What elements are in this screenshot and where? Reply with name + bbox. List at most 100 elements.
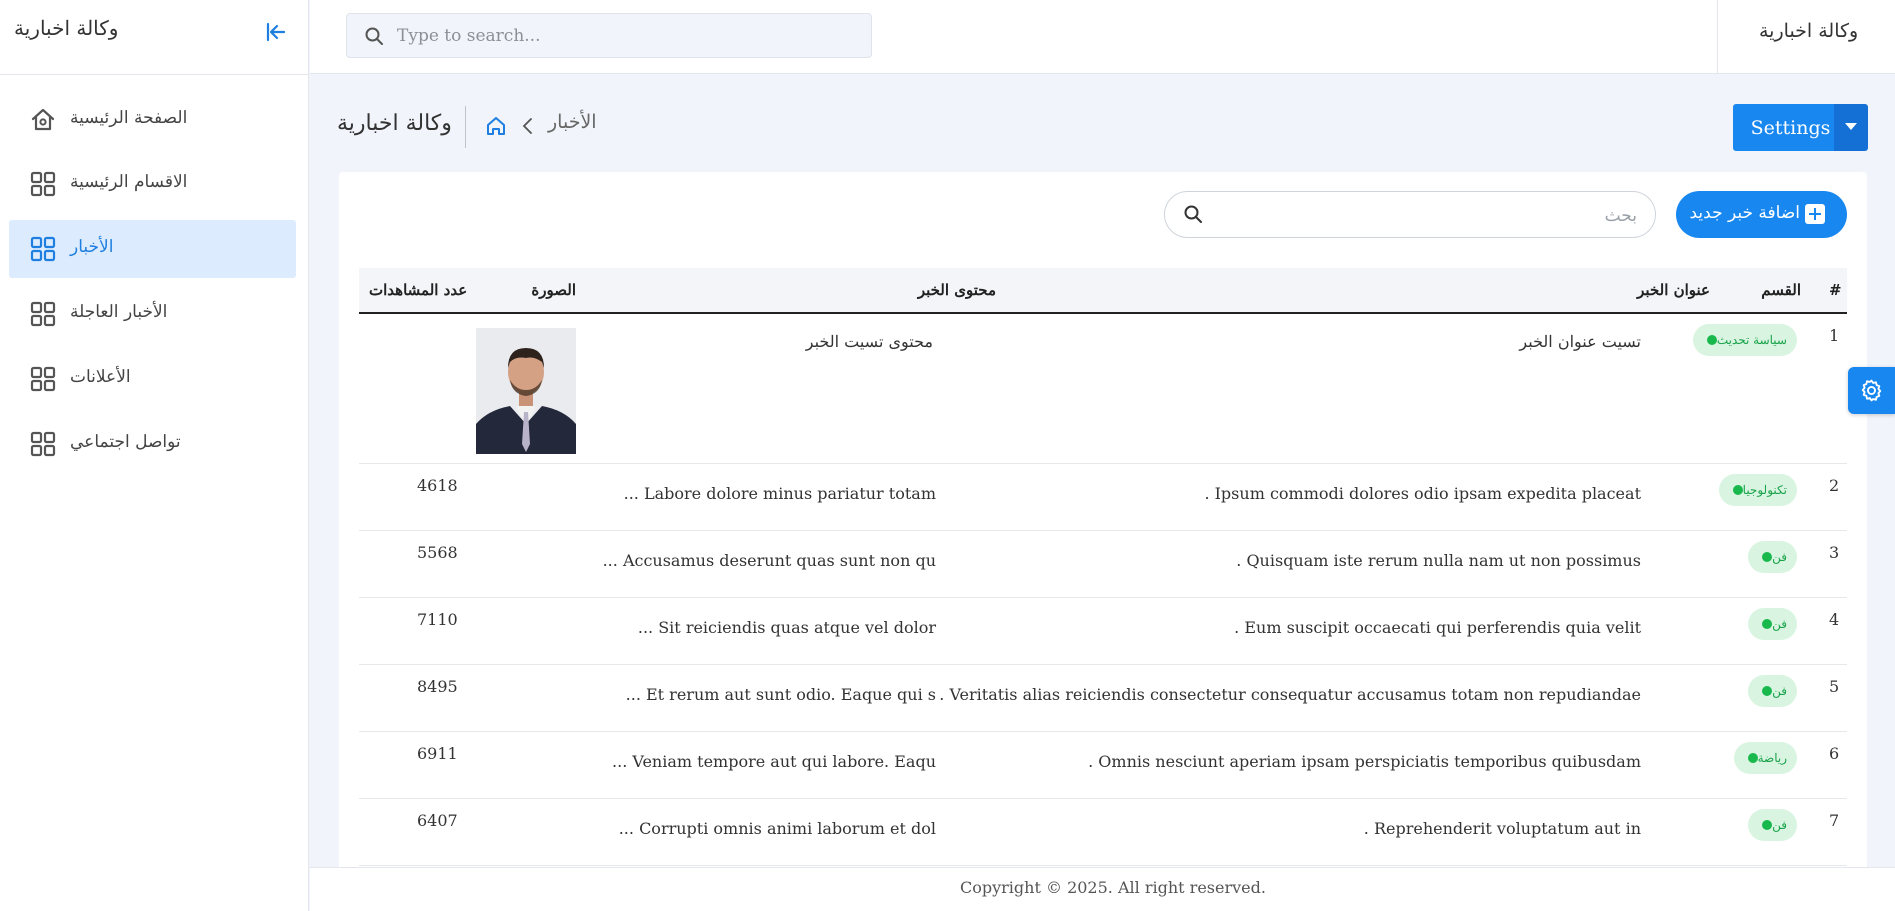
breadcrumb-chevron-icon [520, 115, 534, 137]
sidebar-header: وكالة اخبارية [0, 0, 308, 75]
view-count: 8495 [417, 677, 458, 696]
plus-icon [1805, 204, 1825, 224]
row-index: 4 [1829, 610, 1840, 629]
grid-icon [30, 236, 56, 262]
col-index-header: # [1829, 281, 1842, 299]
search-icon [365, 27, 383, 45]
table-row[interactable]: 4 فن . Eum suscipit occaecati qui perferen… [359, 598, 1847, 665]
settings-button[interactable]: Settings [1733, 104, 1848, 151]
global-search-input[interactable] [395, 23, 859, 49]
status-dot-icon [1706, 334, 1717, 345]
table-search[interactable] [1164, 191, 1656, 238]
news-title: . Ipsum commodi dolores odio ipsam exped… [1204, 484, 1641, 503]
row-index: 3 [1829, 543, 1840, 562]
collapse-sidebar-icon[interactable] [264, 20, 288, 44]
table-row[interactable]: 1 سياسة تحديث تسيت عنوان الخبر محتوى تسيت ا… [359, 314, 1847, 464]
footer: Copyright © 2025. All right reserved. [310, 867, 1895, 911]
news-content: ... Et rerum aut sunt odio. Eaque qui s [625, 685, 936, 704]
table-row[interactable]: 3 فن . Quisquam iste rerum nulla nam ut no… [359, 531, 1847, 598]
status-dot-icon [1762, 819, 1773, 830]
sidebar-item-label: الصفحة الرئيسية [70, 108, 188, 128]
view-count: 7110 [417, 610, 458, 629]
news-content: ... Corrupti omnis animi laborum et dol [618, 819, 936, 838]
top-brand-area: وكالة اخبارية [1717, 0, 1895, 73]
row-index: 1 [1829, 326, 1840, 345]
sidebar-item-breaking-news[interactable]: الأخبار العاجلة [9, 285, 296, 343]
status-dot-icon [1747, 752, 1758, 763]
category-badge: سياسة تحديث [1692, 324, 1797, 356]
view-count: 6911 [417, 744, 458, 763]
news-image[interactable] [476, 328, 576, 454]
table-row[interactable]: 2 تكنولوجيا . Ipsum commodi dolores odio i… [359, 464, 1847, 531]
gear-icon [1861, 379, 1882, 402]
breadcrumb-current: الأخبار [548, 111, 597, 133]
col-category-header: القسم [1761, 281, 1801, 299]
view-count: 5568 [417, 543, 458, 562]
copyright-text: Copyright © 2025. All right reserved. [960, 878, 1266, 897]
header-divider [465, 106, 466, 148]
row-index: 6 [1829, 744, 1840, 763]
category-label: تكنولوجيا [1742, 483, 1787, 497]
status-dot-icon [1732, 484, 1743, 495]
category-badge: فن [1748, 541, 1797, 573]
row-index: 2 [1829, 476, 1840, 495]
sidebar-item-label: الأخبار [70, 237, 114, 257]
table-row[interactable]: 5 فن . Veritatis alias reiciendis consecte… [359, 665, 1847, 732]
sidebar-item-label: الاقسام الرئيسية [70, 172, 188, 192]
sidebar-item-home[interactable]: الصفحة الرئيسية [9, 91, 296, 149]
sidebar-item-label: الأعلانات [70, 367, 131, 387]
grid-icon [30, 366, 56, 392]
sidebar-brand: وكالة اخبارية [14, 16, 119, 40]
add-news-button[interactable]: اضافة خبر جديد [1676, 191, 1847, 238]
grid-icon [30, 301, 56, 327]
sidebar-item-ads[interactable]: الأعلانات [9, 350, 296, 408]
category-label: سياسة تحديث [1716, 333, 1787, 347]
sidebar-item-label: الأخبار العاجلة [70, 302, 168, 322]
news-card: اضافة خبر جديد # القسم عنوان الخبر محتوى… [339, 172, 1867, 872]
category-badge: فن [1748, 675, 1797, 707]
news-title: . Reprehenderit voluptatum aut in [1363, 819, 1641, 838]
sidebar-item-news[interactable]: الأخبار [9, 220, 296, 278]
table-search-input[interactable] [1215, 203, 1639, 229]
top-brand: وكالة اخبارية [1759, 20, 1859, 42]
search-icon [1184, 205, 1202, 223]
table-row[interactable]: 7 فن . Reprehenderit voluptatum aut in ... … [359, 799, 1847, 866]
sidebar-item-main-sections[interactable]: الاقسام الرئيسية [9, 155, 296, 213]
settings-dropdown-toggle[interactable] [1834, 104, 1868, 151]
category-label: فن [1772, 818, 1787, 832]
category-badge: رياضة [1733, 742, 1797, 774]
category-label: فن [1772, 684, 1787, 698]
col-views-header: عدد المشاهدات [369, 281, 468, 299]
news-content: محتوى تسيت الخبر [805, 332, 933, 351]
news-content: ... Veniam tempore aut qui labore. Eaqu [612, 752, 936, 771]
news-title: . Eum suscipit occaecati qui perferendis… [1234, 618, 1641, 637]
sidebar-item-social[interactable]: تواصل اجتماعي [9, 415, 296, 473]
row-index: 5 [1829, 677, 1840, 696]
grid-icon [30, 171, 56, 197]
category-badge: فن [1748, 608, 1797, 640]
col-content-header: محتوى الخبر [917, 281, 996, 299]
status-dot-icon [1762, 618, 1773, 629]
theme-settings-tab[interactable] [1848, 367, 1895, 414]
news-title: تسيت عنوان الخبر [1519, 332, 1641, 351]
news-content: ... Sit reiciendis quas atque vel dolor [637, 618, 936, 637]
global-search[interactable] [346, 13, 872, 58]
news-title: . Veritatis alias reiciendis consectetur… [939, 685, 1641, 704]
col-title-header: عنوان الخبر [1637, 281, 1710, 299]
sidebar-item-label: تواصل اجتماعي [70, 432, 181, 452]
news-content: ... Accusamus deserunt quas sunt non qu [602, 551, 936, 570]
home-icon [30, 107, 56, 133]
top-bar: وكالة اخبارية [310, 0, 1895, 74]
view-count: 6407 [417, 811, 458, 830]
page-title: وكالة اخبارية [337, 111, 452, 136]
news-title: . Quisquam iste rerum nulla nam ut non p… [1236, 551, 1641, 570]
category-label: فن [1772, 550, 1787, 564]
breadcrumb-home-icon[interactable] [485, 115, 507, 137]
table-row[interactable]: 6 رياضة . Omnis nesciunt aperiam ipsam per… [359, 732, 1847, 799]
category-badge: فن [1748, 809, 1797, 841]
col-image-header: الصورة [531, 281, 576, 299]
sidebar: وكالة اخبارية الصفحة الرئيسية الاقسام الر… [0, 0, 309, 911]
news-title: . Omnis nesciunt aperiam ipsam perspicia… [1088, 752, 1641, 771]
table-header: # القسم عنوان الخبر محتوى الخبر الصورة ع… [359, 268, 1847, 314]
category-label: رياضة [1757, 751, 1787, 765]
